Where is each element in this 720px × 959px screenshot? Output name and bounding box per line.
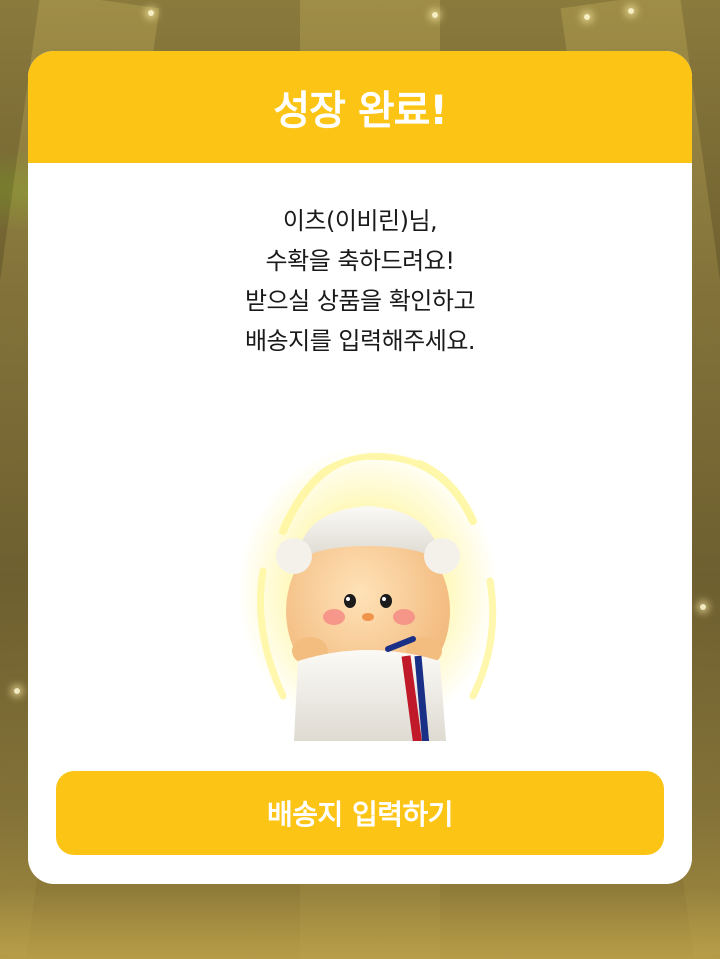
message-line: 이츠(이비린)님, (282, 207, 438, 235)
modal-header: 성장 완료! (28, 51, 692, 163)
modal-title: 성장 완료! (273, 88, 447, 134)
character-illustration (238, 446, 498, 741)
message-line: 배송지를 입력해주세요. (244, 327, 476, 355)
congratulation-message: 이츠(이비린)님, 수확을 축하드려요! 받으실 상품을 확인하고 배송지를 입… (28, 201, 692, 361)
message-line: 수확을 축하드려요! (265, 247, 455, 275)
growth-complete-modal: 성장 완료! 이츠(이비린)님, 수확을 축하드려요! 받으실 상품을 확인하고… (28, 51, 692, 884)
enter-shipping-address-button[interactable]: 배송지 입력하기 (56, 771, 664, 855)
message-line: 받으실 상품을 확인하고 (244, 287, 476, 315)
